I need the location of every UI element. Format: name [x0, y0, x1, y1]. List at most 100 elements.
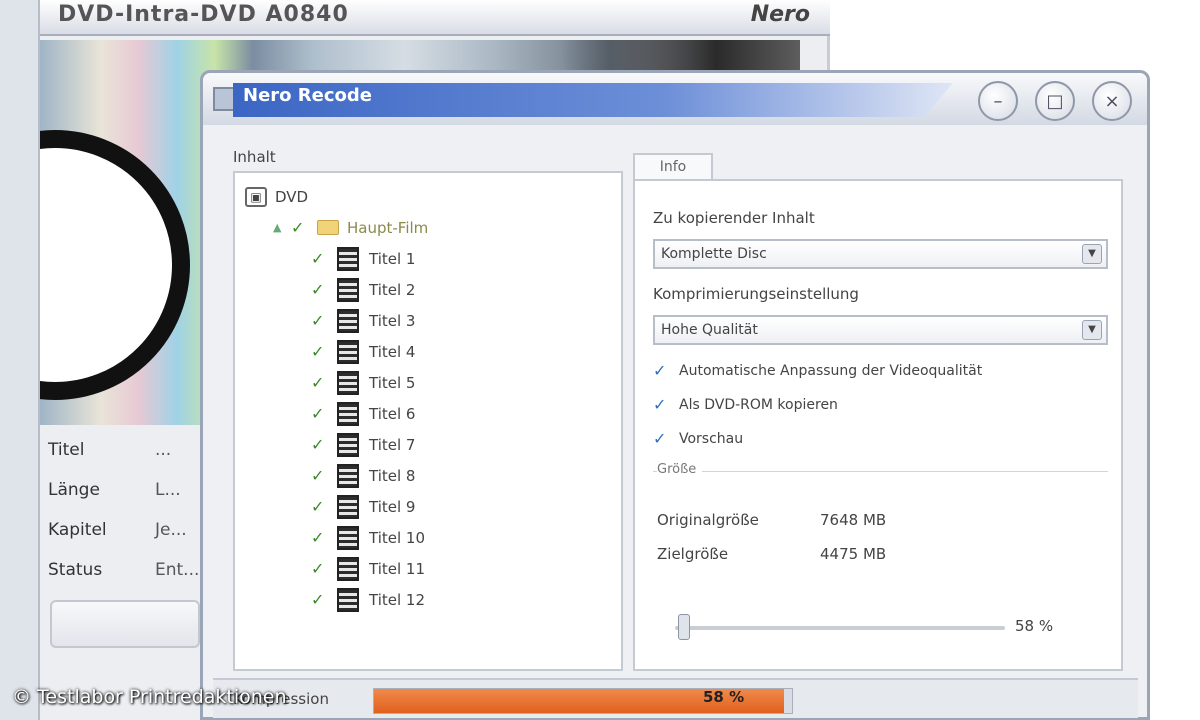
tree-item-folder[interactable]: ▲ ✓ Haupt-Film — [245, 212, 621, 243]
checkbox-checked-icon[interactable]: ✓ — [311, 528, 331, 547]
property-row: Status Ent... — [40, 550, 210, 590]
settings-box: Zu kopierender Inhalt Komplette Disc ▼ K… — [633, 179, 1123, 671]
film-icon — [337, 556, 359, 581]
chevron-down-icon[interactable]: ▼ — [1082, 244, 1102, 264]
content-select-value: Komplette Disc — [661, 246, 767, 262]
close-button[interactable]: × — [1092, 81, 1132, 121]
property-row: Kapitel Je... — [40, 510, 210, 550]
checkbox-checked-icon[interactable]: ✓ — [311, 435, 331, 454]
film-icon — [337, 339, 359, 364]
film-icon — [337, 494, 359, 519]
checkbox-checked-icon[interactable]: ✓ — [653, 395, 673, 414]
target-size-label: Zielgröße — [657, 545, 729, 563]
tree-item-track[interactable]: ✓ Titel 7 — [245, 429, 621, 460]
film-icon — [337, 277, 359, 302]
property-value: Je... — [155, 520, 187, 540]
tree-item-label: Titel 4 — [369, 342, 416, 361]
maximize-button[interactable]: □ — [1035, 81, 1075, 121]
tree-item-track[interactable]: ✓ Titel 10 — [245, 522, 621, 553]
compression-slider-track[interactable] — [675, 626, 1005, 630]
background-window-frame — [0, 0, 40, 720]
content-tree[interactable]: ▣ DVD ▲ ✓ Haupt-Film ✓ Titel 1 ✓ Titel 2 ✓… — [233, 171, 623, 671]
property-label: Titel — [48, 440, 85, 460]
tree-item-label: Titel 9 — [369, 497, 416, 516]
quality-select-value: Hohe Qualität — [661, 322, 758, 338]
option-auto-quality[interactable]: ✓ Automatische Anpassung der Videoqualit… — [653, 361, 982, 380]
tree-item-track[interactable]: ✓ Titel 11 — [245, 553, 621, 584]
background-window-title: DVD-Intra-DVD A0840 — [58, 2, 349, 27]
tree-item-track[interactable]: ✓ Titel 3 — [245, 305, 621, 336]
content-label: Zu kopierender Inhalt — [653, 209, 815, 227]
checkbox-checked-icon[interactable]: ✓ — [653, 361, 673, 380]
background-action-button[interactable] — [50, 600, 200, 648]
property-row: Länge L... — [40, 470, 210, 510]
chevron-down-icon[interactable]: ▼ — [1082, 320, 1102, 340]
tree-item-track[interactable]: ✓ Titel 1 — [245, 243, 621, 274]
background-window-titlebar[interactable]: DVD-Intra-DVD A0840 Nero — [40, 0, 830, 36]
option-label: Vorschau — [679, 430, 744, 447]
tree-item-track[interactable]: ✓ Titel 4 — [245, 336, 621, 367]
checkbox-checked-icon[interactable]: ✓ — [311, 373, 331, 392]
status-bar: Kompression 58 % — [213, 678, 1138, 718]
checkbox-checked-icon[interactable]: ✓ — [311, 404, 331, 423]
tree-item-track[interactable]: ✓ Titel 6 — [245, 398, 621, 429]
property-row: Titel ... — [40, 430, 210, 470]
film-icon — [337, 370, 359, 395]
settings-panel: Info Zu kopierender Inhalt Komplette Dis… — [633, 143, 1123, 671]
minimize-button[interactable]: – — [978, 81, 1018, 121]
tree-item-track[interactable]: ✓ Titel 9 — [245, 491, 621, 522]
original-size-value: 7648 MB — [820, 511, 887, 529]
checkbox-checked-icon[interactable]: ✓ — [311, 497, 331, 516]
collapse-icon[interactable]: ▲ — [273, 221, 287, 234]
film-icon — [337, 401, 359, 426]
film-icon — [337, 463, 359, 488]
checkbox-checked-icon[interactable]: ✓ — [311, 342, 331, 361]
option-label: Als DVD-ROM kopieren — [679, 396, 838, 413]
checkbox-checked-icon[interactable]: ✓ — [311, 590, 331, 609]
checkbox-checked-icon[interactable]: ✓ — [291, 218, 311, 237]
compression-label: Komprimierungseinstellung — [653, 285, 859, 303]
compression-percent: 58 % — [1015, 617, 1054, 635]
tree-item-label: Titel 1 — [369, 249, 416, 268]
tree-item-track[interactable]: ✓ Titel 5 — [245, 367, 621, 398]
tree-item-track[interactable]: ✓ Titel 8 — [245, 460, 621, 491]
app-icon — [213, 87, 235, 111]
checkbox-checked-icon[interactable]: ✓ — [653, 429, 673, 448]
tree-item-label: Haupt-Film — [347, 218, 429, 237]
property-value: ... — [155, 440, 172, 460]
checkbox-checked-icon[interactable]: ✓ — [311, 249, 331, 268]
tree-item-track[interactable]: ✓ Titel 2 — [245, 274, 621, 305]
tree-item-label: Titel 2 — [369, 280, 416, 299]
maximize-icon: □ — [1046, 90, 1064, 112]
tree-item-label: DVD — [275, 187, 309, 206]
recode-dialog: Nero Recode – □ × Inhalt ▣ DVD ▲ ✓ Haupt… — [200, 70, 1150, 720]
content-select[interactable]: Komplette Disc ▼ — [653, 239, 1108, 269]
content-panel-title: Inhalt — [233, 148, 276, 166]
tree-item-label: Titel 8 — [369, 466, 416, 485]
tree-item-root[interactable]: ▣ DVD — [245, 181, 621, 212]
film-icon — [337, 587, 359, 612]
dialog-titlebar[interactable]: Nero Recode – □ × — [203, 73, 1147, 125]
checkbox-checked-icon[interactable]: ✓ — [311, 466, 331, 485]
tab-info[interactable]: Info — [633, 153, 713, 181]
tree-item-label: Titel 3 — [369, 311, 416, 330]
quality-select[interactable]: Hohe Qualität ▼ — [653, 315, 1108, 345]
option-dvd-rom[interactable]: ✓ Als DVD-ROM kopieren — [653, 395, 838, 414]
content-panel: Inhalt ▣ DVD ▲ ✓ Haupt-Film ✓ Titel 1 ✓ Ti… — [233, 143, 623, 671]
size-group-divider — [653, 471, 1108, 472]
option-preview[interactable]: ✓ Vorschau — [653, 429, 743, 448]
disc-graphic — [40, 130, 190, 400]
dvd-drive-icon: ▣ — [245, 186, 267, 207]
tree-item-track[interactable]: ✓ Titel 12 — [245, 584, 621, 615]
target-size-value: 4475 MB — [820, 545, 887, 563]
checkbox-checked-icon[interactable]: ✓ — [311, 311, 331, 330]
checkbox-checked-icon[interactable]: ✓ — [311, 280, 331, 299]
compression-slider-thumb[interactable] — [677, 614, 690, 640]
checkbox-checked-icon[interactable]: ✓ — [311, 559, 331, 578]
tree-item-label: Titel 10 — [369, 528, 426, 547]
property-value: L... — [155, 480, 181, 500]
property-label: Status — [48, 560, 103, 580]
film-icon — [337, 525, 359, 550]
property-label: Länge — [48, 480, 100, 500]
copyright-watermark: © Testlabor Printredaktionen — [12, 686, 287, 708]
